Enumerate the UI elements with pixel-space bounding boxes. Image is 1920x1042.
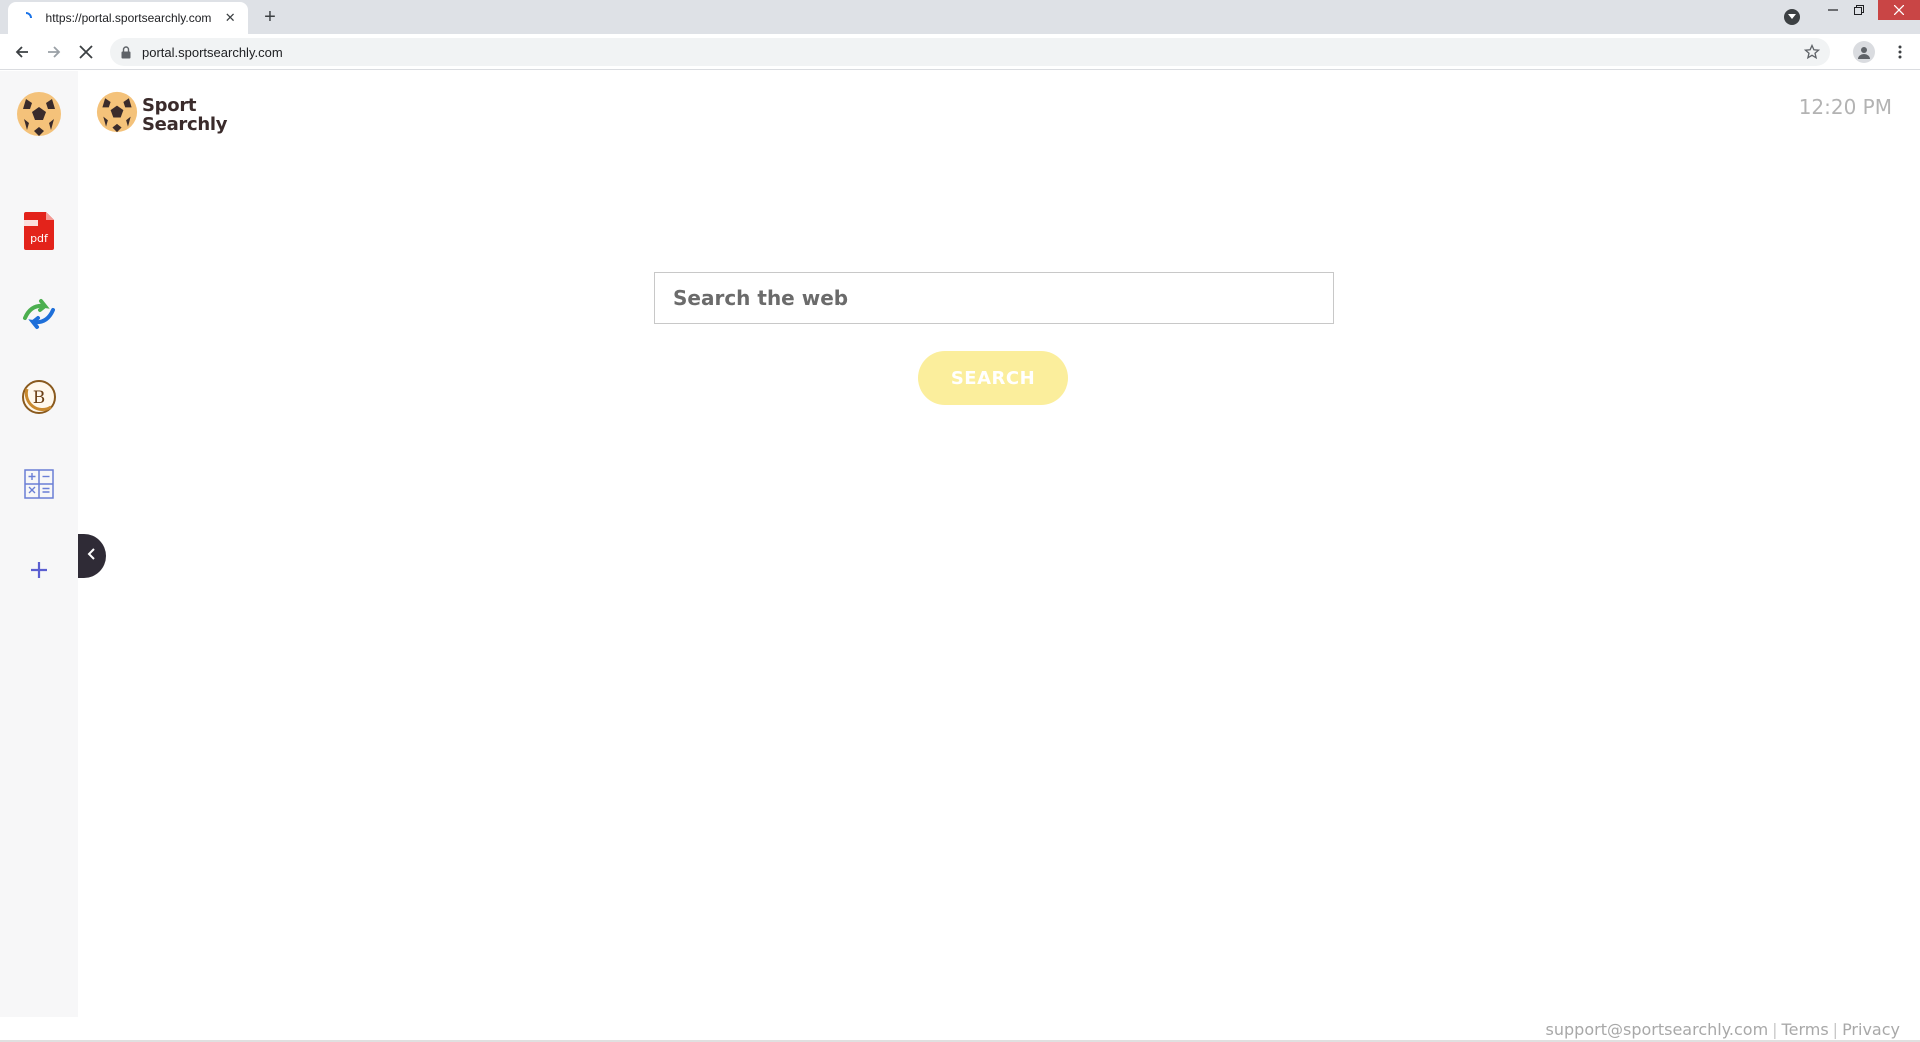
new-tab-button[interactable]: + <box>260 6 280 28</box>
sidebar-collapse-button[interactable] <box>78 534 106 578</box>
sport-searchly-logo[interactable]: Sport Searchly <box>96 91 227 138</box>
loading-icon <box>18 10 34 26</box>
forward-arrow-icon[interactable] <box>42 40 66 64</box>
sidebar-item-bitcoin[interactable]: B <box>14 374 64 424</box>
browser-menu-icon[interactable] <box>1890 42 1910 62</box>
plus-icon <box>29 560 49 585</box>
sidebar-item-add[interactable] <box>14 547 64 597</box>
stop-loading-icon[interactable] <box>74 40 98 64</box>
address-bar[interactable]: portal.sportsearchly.com <box>110 38 1830 66</box>
terms-link[interactable]: Terms <box>1782 1020 1829 1039</box>
soccer-ball-icon <box>96 91 138 138</box>
search-button[interactable]: SEARCH <box>918 351 1068 405</box>
tab-search-icon[interactable] <box>1784 9 1800 25</box>
logo-line-2: Searchly <box>142 113 228 135</box>
sidebar: pdf B <box>0 71 78 1017</box>
support-email-link[interactable]: support@sportsearchly.com <box>1546 1020 1769 1039</box>
sidebar-item-calculator[interactable] <box>14 461 64 511</box>
bitcoin-icon: B <box>21 379 57 420</box>
calculator-icon <box>24 468 54 504</box>
converter-arrows-icon <box>21 296 57 337</box>
url-text: portal.sportsearchly.com <box>142 44 283 60</box>
browser-tab-strip: https://portal.sportsearchly.com ✕ + <box>0 0 1920 34</box>
privacy-link[interactable]: Privacy <box>1842 1020 1900 1039</box>
restore-icon[interactable] <box>1846 0 1872 20</box>
svg-text:B: B <box>33 388 46 408</box>
browser-toolbar: portal.sportsearchly.com <box>0 34 1920 70</box>
sidebar-item-pdf[interactable]: pdf <box>14 208 64 258</box>
close-window-icon[interactable] <box>1878 0 1920 20</box>
page-content: pdf B Sport Searchly 12:20 PM Search the… <box>0 71 1920 1042</box>
tab-title: https://portal.sportsearchly.com <box>45 11 212 25</box>
profile-avatar-icon[interactable] <box>1853 41 1875 63</box>
back-arrow-icon[interactable] <box>10 40 34 64</box>
pdf-icon: pdf <box>24 211 54 255</box>
chevron-left-icon <box>87 547 97 565</box>
sidebar-item-converter[interactable] <box>14 291 64 341</box>
bookmark-star-icon[interactable] <box>1804 44 1820 60</box>
soccer-ball-icon <box>16 91 62 142</box>
close-tab-icon[interactable]: ✕ <box>222 10 238 26</box>
clock-time: 12:20 PM <box>1798 95 1892 119</box>
search-input[interactable] <box>654 272 1334 324</box>
minimize-icon[interactable] <box>1820 0 1846 20</box>
sidebar-item-sport[interactable] <box>14 91 64 141</box>
svg-text:pdf: pdf <box>30 232 49 245</box>
footer-separator: | <box>1832 1019 1839 1039</box>
logo-text: Sport Searchly <box>142 96 227 134</box>
browser-tab[interactable]: https://portal.sportsearchly.com ✕ <box>8 2 248 34</box>
logo-line-1: Sport <box>142 94 197 116</box>
lock-icon <box>120 45 132 59</box>
footer-separator: | <box>1772 1019 1778 1039</box>
footer: support@sportsearchly.com | Terms | Priv… <box>1546 1017 1900 1041</box>
